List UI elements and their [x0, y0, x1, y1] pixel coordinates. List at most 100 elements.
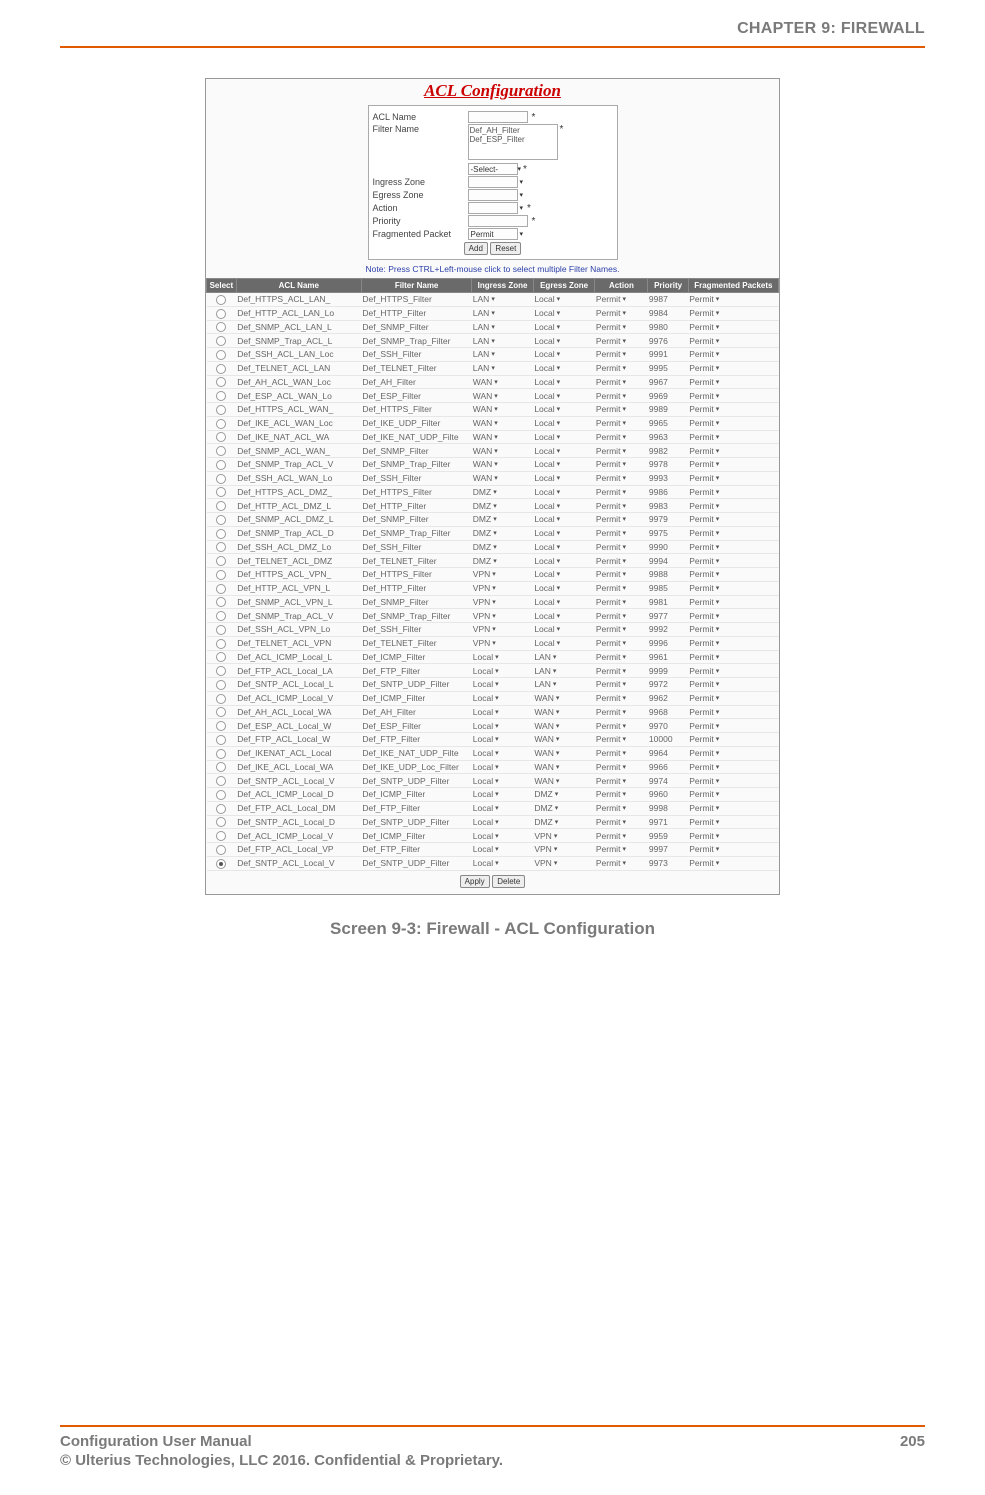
cell-action-select[interactable]: Permit ▾	[596, 789, 626, 799]
cell-frag-select[interactable]: Permit ▾	[689, 679, 719, 689]
add-button[interactable]: Add	[464, 242, 488, 255]
row-select-radio[interactable]	[216, 790, 226, 800]
cell-action-select[interactable]: Permit ▾	[596, 831, 626, 841]
cell-egress-select[interactable]: WAN ▾	[534, 721, 559, 731]
cell-frag-select[interactable]: Permit ▾	[689, 652, 719, 662]
cell-egress-select[interactable]: Local ▾	[534, 404, 560, 414]
priority-input[interactable]	[468, 215, 528, 227]
cell-egress-select[interactable]: DMZ ▾	[534, 789, 558, 799]
cell-action-select[interactable]: Permit ▾	[596, 542, 626, 552]
cell-ingress-select[interactable]: DMZ ▾	[473, 501, 497, 511]
cell-frag-select[interactable]: Permit ▾	[689, 569, 719, 579]
cell-frag-select[interactable]: Permit ▾	[689, 404, 719, 414]
filter-name-listbox[interactable]: Def_AH_Filter Def_ESP_Filter	[468, 124, 558, 160]
cell-egress-select[interactable]: Local ▾	[534, 473, 560, 483]
cell-action-select[interactable]: Permit ▾	[596, 707, 626, 717]
row-select-radio[interactable]	[216, 529, 226, 539]
row-select-radio[interactable]	[216, 859, 226, 869]
cell-frag-select[interactable]: Permit ▾	[689, 734, 719, 744]
cell-egress-select[interactable]: WAN ▾	[534, 693, 559, 703]
cell-ingress-select[interactable]: Local ▾	[473, 734, 499, 744]
cell-action-select[interactable]: Permit ▾	[596, 446, 626, 456]
row-select-radio[interactable]	[216, 487, 226, 497]
delete-button[interactable]: Delete	[492, 875, 525, 888]
cell-ingress-select[interactable]: Local ▾	[473, 679, 499, 689]
cell-frag-select[interactable]: Permit ▾	[689, 363, 719, 373]
row-select-radio[interactable]	[216, 666, 226, 676]
cell-action-select[interactable]: Permit ▾	[596, 459, 626, 469]
cell-action-select[interactable]: Permit ▾	[596, 569, 626, 579]
cell-egress-select[interactable]: WAN ▾	[534, 762, 559, 772]
reset-button[interactable]: Reset	[490, 242, 521, 255]
cell-ingress-select[interactable]: VPN ▾	[473, 638, 496, 648]
cell-egress-select[interactable]: LAN ▾	[534, 652, 556, 662]
cell-action-select[interactable]: Permit ▾	[596, 556, 626, 566]
cell-frag-select[interactable]: Permit ▾	[689, 514, 719, 524]
cell-egress-select[interactable]: Local ▾	[534, 336, 560, 346]
cell-egress-select[interactable]: Local ▾	[534, 514, 560, 524]
row-select-radio[interactable]	[216, 322, 226, 332]
cell-ingress-select[interactable]: WAN ▾	[473, 404, 498, 414]
cell-ingress-select[interactable]: Local ▾	[473, 693, 499, 703]
cell-egress-select[interactable]: Local ▾	[534, 597, 560, 607]
cell-action-select[interactable]: Permit ▾	[596, 721, 626, 731]
cell-frag-select[interactable]: Permit ▾	[689, 459, 719, 469]
cell-frag-select[interactable]: Permit ▾	[689, 803, 719, 813]
row-select-radio[interactable]	[216, 432, 226, 442]
cell-action-select[interactable]: Permit ▾	[596, 501, 626, 511]
cell-ingress-select[interactable]: Local ▾	[473, 844, 499, 854]
cell-action-select[interactable]: Permit ▾	[596, 817, 626, 827]
cell-action-select[interactable]: Permit ▾	[596, 652, 626, 662]
cell-egress-select[interactable]: Local ▾	[534, 349, 560, 359]
row-select-radio[interactable]	[216, 405, 226, 415]
cell-frag-select[interactable]: Permit ▾	[689, 693, 719, 703]
row-select-radio[interactable]	[216, 419, 226, 429]
row-select-radio[interactable]	[216, 652, 226, 662]
cell-ingress-select[interactable]: Local ▾	[473, 666, 499, 676]
cell-action-select[interactable]: Permit ▾	[596, 363, 626, 373]
cell-egress-select[interactable]: DMZ ▾	[534, 803, 558, 813]
row-select-radio[interactable]	[216, 625, 226, 635]
cell-action-select[interactable]: Permit ▾	[596, 391, 626, 401]
cell-egress-select[interactable]: VPN ▾	[534, 858, 557, 868]
cell-ingress-select[interactable]: Local ▾	[473, 776, 499, 786]
cell-egress-select[interactable]: Local ▾	[534, 638, 560, 648]
cell-action-select[interactable]: Permit ▾	[596, 679, 626, 689]
cell-frag-select[interactable]: Permit ▾	[689, 432, 719, 442]
cell-ingress-select[interactable]: WAN ▾	[473, 459, 498, 469]
cell-ingress-select[interactable]: WAN ▾	[473, 446, 498, 456]
cell-frag-select[interactable]: Permit ▾	[689, 349, 719, 359]
cell-egress-select[interactable]: VPN ▾	[534, 844, 557, 854]
cell-ingress-select[interactable]: WAN ▾	[473, 377, 498, 387]
cell-action-select[interactable]: Permit ▾	[596, 473, 626, 483]
row-select-radio[interactable]	[216, 776, 226, 786]
cell-ingress-select[interactable]: DMZ ▾	[473, 528, 497, 538]
cell-egress-select[interactable]: WAN ▾	[534, 707, 559, 717]
cell-ingress-select[interactable]: VPN ▾	[473, 569, 496, 579]
cell-frag-select[interactable]: Permit ▾	[689, 831, 719, 841]
cell-ingress-select[interactable]: WAN ▾	[473, 432, 498, 442]
row-select-radio[interactable]	[216, 694, 226, 704]
cell-action-select[interactable]: Permit ▾	[596, 349, 626, 359]
cell-egress-select[interactable]: Local ▾	[534, 377, 560, 387]
row-select-radio[interactable]	[216, 377, 226, 387]
cell-ingress-select[interactable]: VPN ▾	[473, 583, 496, 593]
row-select-radio[interactable]	[216, 831, 226, 841]
cell-action-select[interactable]: Permit ▾	[596, 528, 626, 538]
ingress-zone-select[interactable]	[468, 176, 518, 188]
cell-ingress-select[interactable]: LAN ▾	[473, 308, 495, 318]
row-select-radio[interactable]	[216, 446, 226, 456]
cell-action-select[interactable]: Permit ▾	[596, 776, 626, 786]
cell-action-select[interactable]: Permit ▾	[596, 418, 626, 428]
filter-option[interactable]: Def_ESP_Filter	[470, 135, 556, 144]
cell-egress-select[interactable]: WAN ▾	[534, 734, 559, 744]
cell-egress-select[interactable]: Local ▾	[534, 611, 560, 621]
cell-action-select[interactable]: Permit ▾	[596, 624, 626, 634]
cell-egress-select[interactable]: Local ▾	[534, 322, 560, 332]
cell-action-select[interactable]: Permit ▾	[596, 611, 626, 621]
cell-action-select[interactable]: Permit ▾	[596, 514, 626, 524]
cell-ingress-select[interactable]: Local ▾	[473, 817, 499, 827]
cell-action-select[interactable]: Permit ▾	[596, 432, 626, 442]
cell-egress-select[interactable]: Local ▾	[534, 363, 560, 373]
cell-frag-select[interactable]: Permit ▾	[689, 528, 719, 538]
